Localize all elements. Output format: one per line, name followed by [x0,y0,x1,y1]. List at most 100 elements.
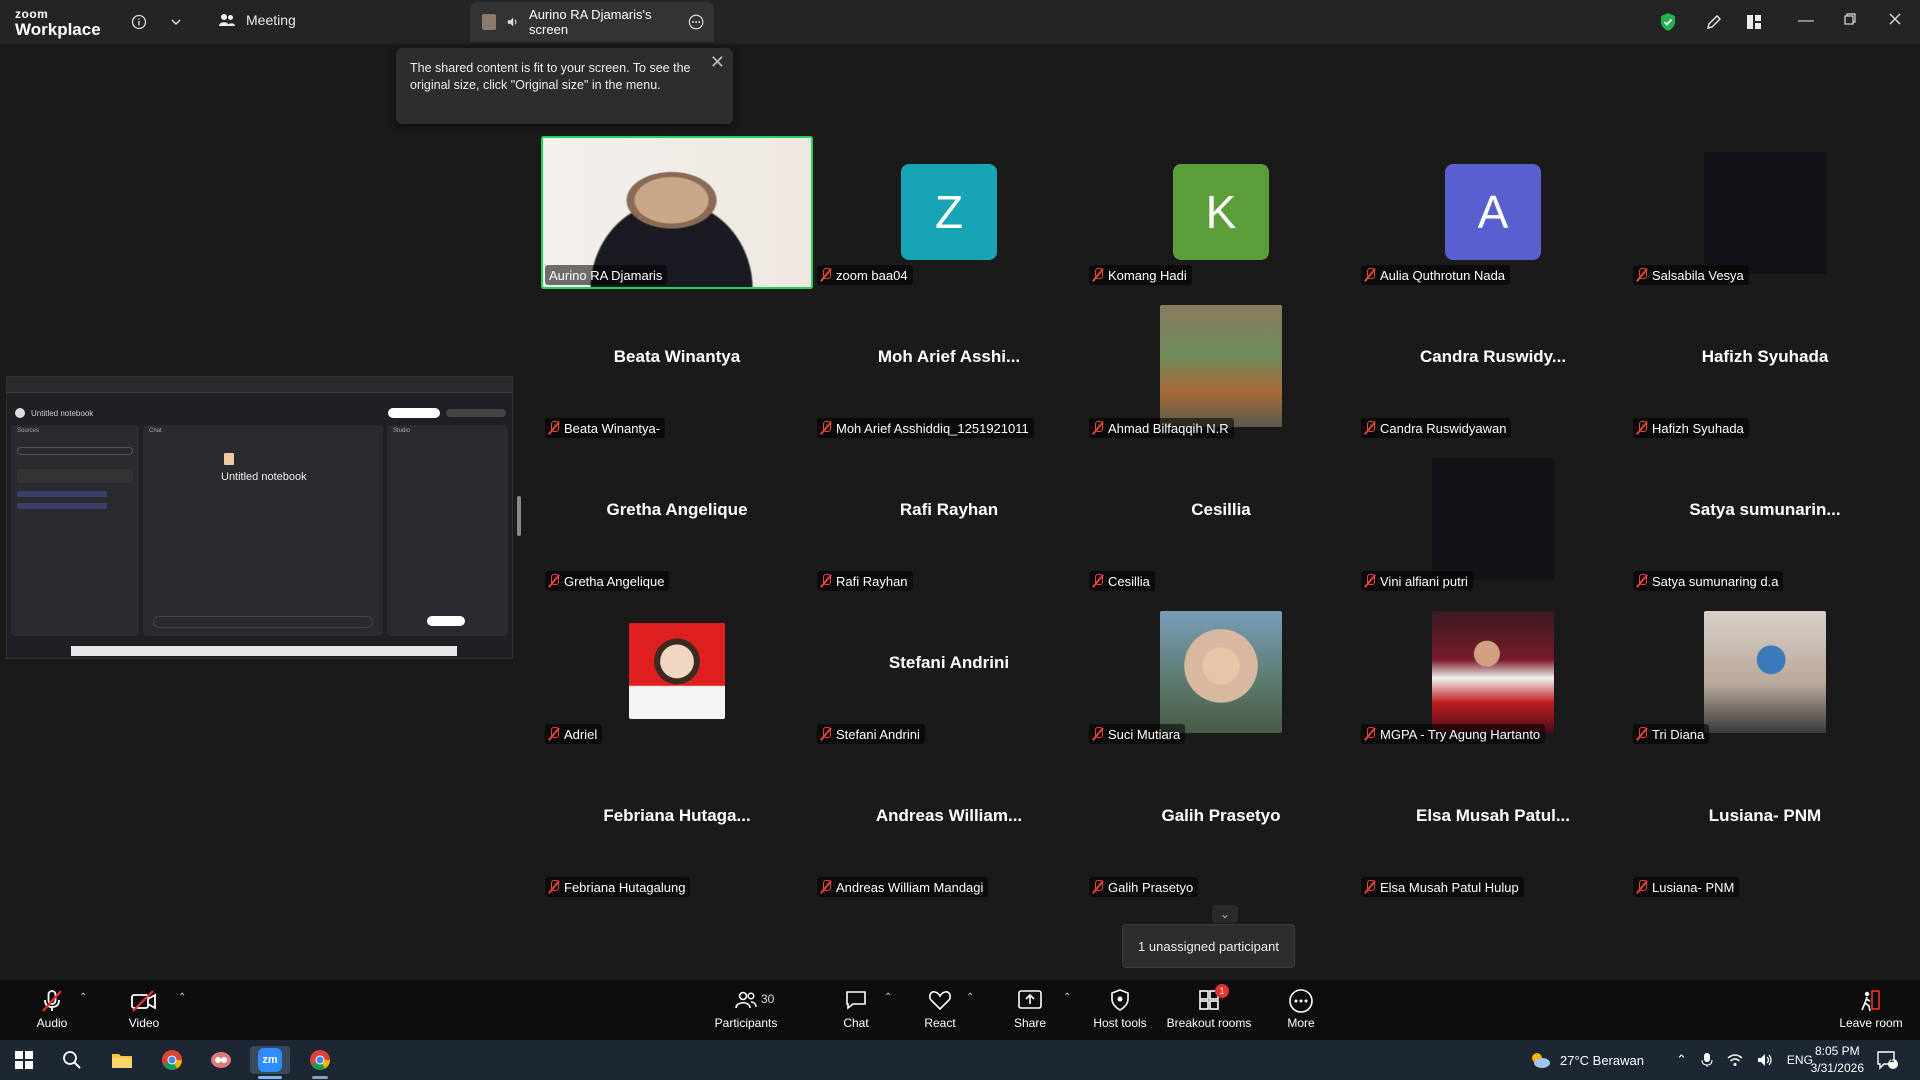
notifications-icon[interactable]: 1 [1876,1040,1898,1080]
host-tools-button[interactable]: Host tools [1075,988,1165,1036]
notebook-title: Untitled notebook [221,471,307,483]
participants-button[interactable]: 30 Participants [701,988,791,1036]
chrome-profile-icon[interactable] [306,1046,334,1074]
participant-tile[interactable]: K Komang Hadi [1085,136,1357,289]
participant-tile[interactable]: Andreas William... Andreas William Mandag… [813,748,1085,901]
participant-tile[interactable]: Moh Arief Asshi... Moh Arief Asshiddiq_12… [813,289,1085,442]
close-icon[interactable] [1888,12,1902,31]
participant-tile[interactable]: Tri Diana [1629,595,1901,748]
participant-tile[interactable]: Beata Winantya Beata Winantya- [541,289,813,442]
video-button[interactable]: Video [99,988,189,1036]
file-explorer-icon[interactable] [108,1046,136,1074]
audio-options-caret-icon[interactable]: ⌃ [79,992,87,1003]
participant-tile[interactable]: Suci Mutiara [1085,595,1357,748]
participant-tile[interactable]: Candra Ruswidy... Candra Ruswidyawan [1357,289,1629,442]
participant-name-label: Adriel [545,724,603,744]
wifi-icon[interactable] [1727,1053,1743,1067]
participant-name-label: Moh Arief Asshiddiq_1251921011 [817,418,1034,438]
active-app-indicator [258,1076,282,1079]
volume-icon[interactable] [1757,1053,1773,1067]
participant-name-label: Cesillia [1089,571,1155,591]
chrome-icon[interactable] [158,1046,186,1074]
breakout-rooms-button[interactable]: 1 Breakout rooms [1163,984,1255,1036]
participant-tile[interactable]: Lusiana- PNM Lusiana- PNM [1629,748,1901,901]
video-options-caret-icon[interactable]: ⌃ [178,992,186,1003]
share-button[interactable]: Share [985,988,1075,1036]
participant-tile[interactable]: Cesillia Cesillia [1085,442,1357,595]
scroll-down-chevron-icon[interactable]: ⌄ [1212,905,1238,923]
react-options-caret-icon[interactable]: ⌃ [966,992,974,1003]
brand-top: zoom [15,7,49,21]
chevron-down-icon[interactable] [164,10,188,34]
participant-tile[interactable]: Stefani Andrini Stefani Andrini [813,595,1085,748]
participant-tile[interactable]: Hafizh Syuhada Hafizh Syuhada [1629,289,1901,442]
zoom-logo: zoom Workplace [15,8,101,38]
more-options-icon[interactable] [688,13,704,31]
mic-muted-icon [820,880,832,894]
clock[interactable]: 8:05 PM 3/31/2026 [1811,1043,1864,1077]
chat-panel: Chat [143,425,383,636]
split-resize-handle[interactable] [517,496,521,536]
participant-tile[interactable]: Salsabila Vesya [1629,136,1901,289]
more-label: More [1287,1016,1315,1030]
participant-display-name: Andreas William... [875,806,1023,825]
mic-muted-icon [1636,574,1648,588]
view-layout-icon[interactable] [1742,10,1766,34]
restore-icon[interactable] [1843,12,1857,31]
participant-display-name: Candra Ruswidy... [1419,347,1567,366]
shared-screen-tab[interactable]: Aurino RA Djamaris's screen [470,2,714,42]
microphone-icon[interactable] [1701,1052,1713,1068]
unassigned-participant-popup[interactable]: 1 unassigned participant [1122,924,1295,968]
meeting-menu[interactable]: Meeting [218,12,296,28]
participant-tile[interactable]: MGPA - Try Agung Hartanto [1357,595,1629,748]
participant-display-name: Moh Arief Asshi... [877,347,1021,366]
participant-tile[interactable]: Elsa Musah Patul... Elsa Musah Patul Hulu… [1357,748,1629,901]
browser-tab-strip [7,377,512,393]
participant-tile[interactable]: Zzoom baa04 [813,136,1085,289]
participant-tile[interactable]: Adriel [541,595,813,748]
participant-name-label: Stefani Andrini [817,724,925,744]
info-icon[interactable] [127,10,151,34]
participant-tile[interactable]: A Aulia Quthrotun Nada [1357,136,1629,289]
zoom-taskbar-icon[interactable]: zm [250,1046,290,1074]
participant-name: Ahmad Bilfaqqih N.R [1108,420,1229,436]
chat-options-caret-icon[interactable]: ⌃ [884,992,892,1003]
participant-name: Aurino RA Djamaris [549,267,663,283]
language-indicator[interactable]: ENG [1787,1053,1813,1067]
participant-name: Febriana Hutagalung [564,879,686,895]
windows-start-icon[interactable] [10,1046,38,1074]
shield-check-icon[interactable] [1656,10,1680,34]
participant-tile[interactable]: Galih Prasetyo Galih Prasetyo [1085,748,1357,901]
participant-tile[interactable]: Gretha Angelique Gretha Angelique [541,442,813,595]
participant-tile[interactable]: Rafi Rayhan Rafi Rayhan [813,442,1085,595]
weather-widget[interactable]: 27°C Berawan [1528,1040,1644,1080]
share-options-caret-icon[interactable]: ⌃ [1063,992,1071,1003]
participant-name: Candra Ruswidyawan [1380,420,1507,436]
participant-name: Lusiana- PNM [1652,879,1735,895]
leave-room-button[interactable]: Leave room [1826,988,1916,1036]
mic-muted-icon [1092,268,1104,282]
participant-tile[interactable]: Ahmad Bilfaqqih N.R [1085,289,1357,442]
weather-cloud-icon [1532,1053,1550,1068]
snipping-tool-icon[interactable] [207,1046,235,1074]
chat-label: Chat [843,1016,869,1030]
participant-tile[interactable]: Satya sumunarin... Satya sumunaring d.a [1629,442,1901,595]
host-tools-shield-icon [1109,988,1131,1014]
tray-chevron-icon[interactable]: ⌃ [1676,1052,1687,1068]
participant-name-label: MGPA - Try Agung Hartanto [1361,724,1546,744]
mic-muted-icon [1364,880,1376,894]
participant-tile[interactable]: Febriana Hutaga... Febriana Hutagalung [541,748,813,901]
mic-muted-icon [548,574,560,588]
participants-icon [734,988,758,1014]
shared-screen-content[interactable]: Untitled notebook Sources Chat Studio Un… [6,376,513,659]
annotate-pen-icon[interactable] [1702,10,1726,34]
tooltip-close-icon[interactable]: ✕ [710,53,725,71]
breakout-rooms-icon: 1 [1197,984,1229,1014]
minimize-icon[interactable]: — [1798,12,1814,30]
participant-tile[interactable]: Vini alfiani putri [1357,442,1629,595]
studio-heading: Studio [393,428,411,434]
more-button[interactable]: More [1256,988,1346,1036]
breakout-rooms-label: Breakout rooms [1166,1016,1252,1030]
search-icon[interactable] [58,1046,86,1074]
participant-tile[interactable]: Aurino RA Djamaris [541,136,813,289]
